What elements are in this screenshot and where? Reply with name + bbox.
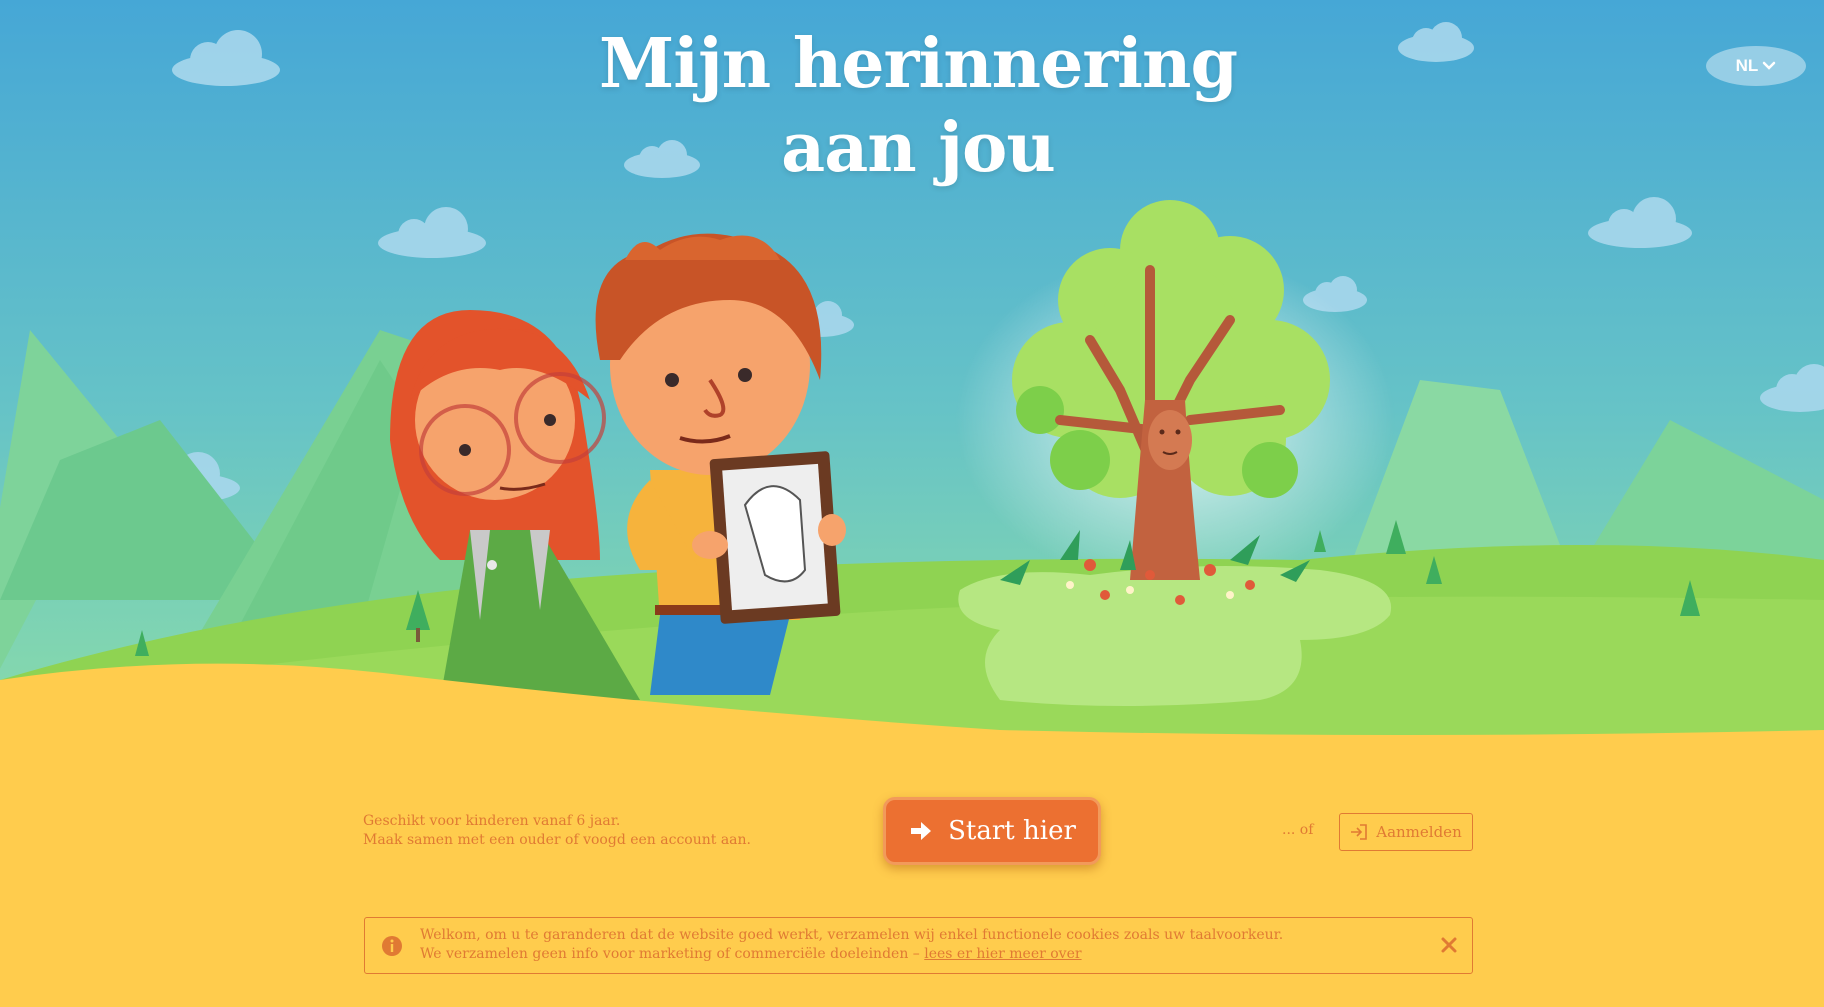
language-selector[interactable]: NL <box>1706 46 1806 86</box>
start-button-label: Start hier <box>948 816 1076 846</box>
start-button[interactable]: Start hier <box>883 797 1101 865</box>
cookie-message: Welkom, om u te garanderen dat de websit… <box>420 926 1283 964</box>
age-info-line-1: Geschikt voor kinderen vanaf 6 jaar. <box>363 813 621 829</box>
close-icon[interactable] <box>1440 936 1458 954</box>
sign-in-icon <box>1351 824 1368 840</box>
cookie-message-line-2-text: We verzamelen geen info voor marketing o… <box>420 946 925 962</box>
language-label: NL <box>1735 56 1759 75</box>
cookie-message-line-2: We verzamelen geen info voor marketing o… <box>420 945 1283 964</box>
cookie-notice: Welkom, om u te garanderen dat de websit… <box>364 917 1473 974</box>
info-icon <box>382 936 402 956</box>
or-separator: ... of <box>1282 822 1314 838</box>
login-button-label: Aanmelden <box>1376 823 1462 841</box>
arrow-right-icon <box>911 822 932 840</box>
cookie-message-line-1: Welkom, om u te garanderen dat de websit… <box>420 927 1284 943</box>
cookie-read-more-link[interactable]: lees er hier meer over <box>924 946 1081 962</box>
title-line-1: Mijn herinnering <box>599 24 1238 104</box>
chevron-down-icon <box>1763 61 1776 70</box>
page-title: Mijn herinnering aan jou <box>0 22 1824 190</box>
age-info-line-2: Maak samen met een ouder of voogd een ac… <box>363 832 751 848</box>
age-info: Geschikt voor kinderen vanaf 6 jaar. Maa… <box>363 812 751 850</box>
title-line-2: aan jou <box>781 108 1056 188</box>
login-button[interactable]: Aanmelden <box>1339 813 1473 851</box>
